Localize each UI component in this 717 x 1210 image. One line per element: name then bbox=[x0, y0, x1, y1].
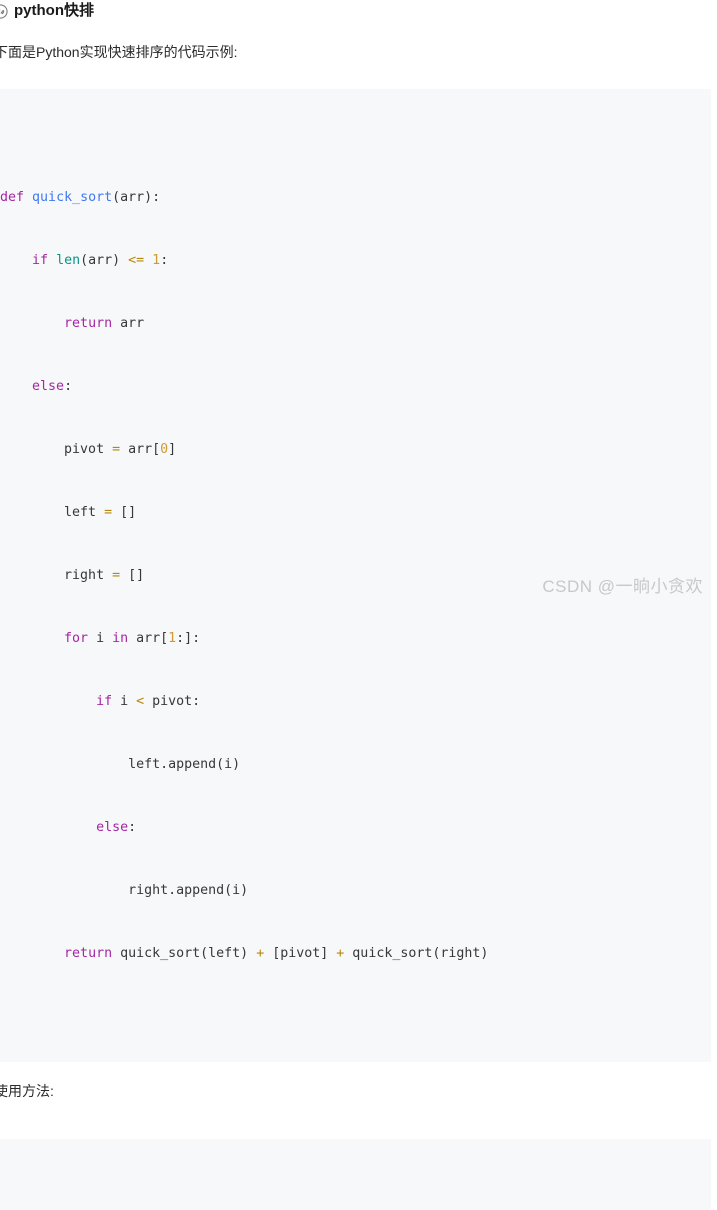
code-line: if i < pivot: bbox=[96, 694, 201, 709]
usage-paragraph: 使用方法: bbox=[0, 1083, 54, 1099]
code-line: def quick_sort(arr): bbox=[0, 190, 161, 205]
code-line: return arr bbox=[64, 316, 145, 331]
code-line: if len(arr) <= 1: bbox=[32, 253, 169, 268]
code-line: else: bbox=[96, 820, 137, 835]
page-title: python快排 bbox=[0, 0, 711, 22]
code-line: else: bbox=[32, 379, 73, 394]
code-line: for i in arr[1:]: bbox=[64, 631, 201, 646]
code-block-usage-body: arr = [3, 1, 4, 1, 5, 9, 2, 6, 5, 3, 5] … bbox=[0, 1181, 711, 1210]
link-anchor-icon[interactable] bbox=[0, 3, 8, 19]
code-line: return quick_sort(left) + [pivot] + quic… bbox=[64, 946, 489, 961]
code-line: left.append(i) bbox=[0, 757, 241, 772]
article-content: python快排 下面是Python实现快速排序的代码示例: def quick… bbox=[0, 0, 711, 1210]
intro-paragraph: 下面是Python实现快速排序的代码示例: bbox=[0, 44, 238, 60]
code-line: pivot = arr[0] bbox=[0, 442, 177, 457]
code-line: right.append(i) bbox=[0, 883, 249, 898]
page-title-text: python快排 bbox=[14, 2, 94, 19]
csdn-watermark: CSDN @一晌小贪欢 bbox=[542, 577, 703, 596]
code-line: left = [] bbox=[0, 505, 137, 520]
code-block-usage[interactable]: arr = [3, 1, 4, 1, 5, 9, 2, 6, 5, 3, 5] … bbox=[0, 1139, 711, 1210]
